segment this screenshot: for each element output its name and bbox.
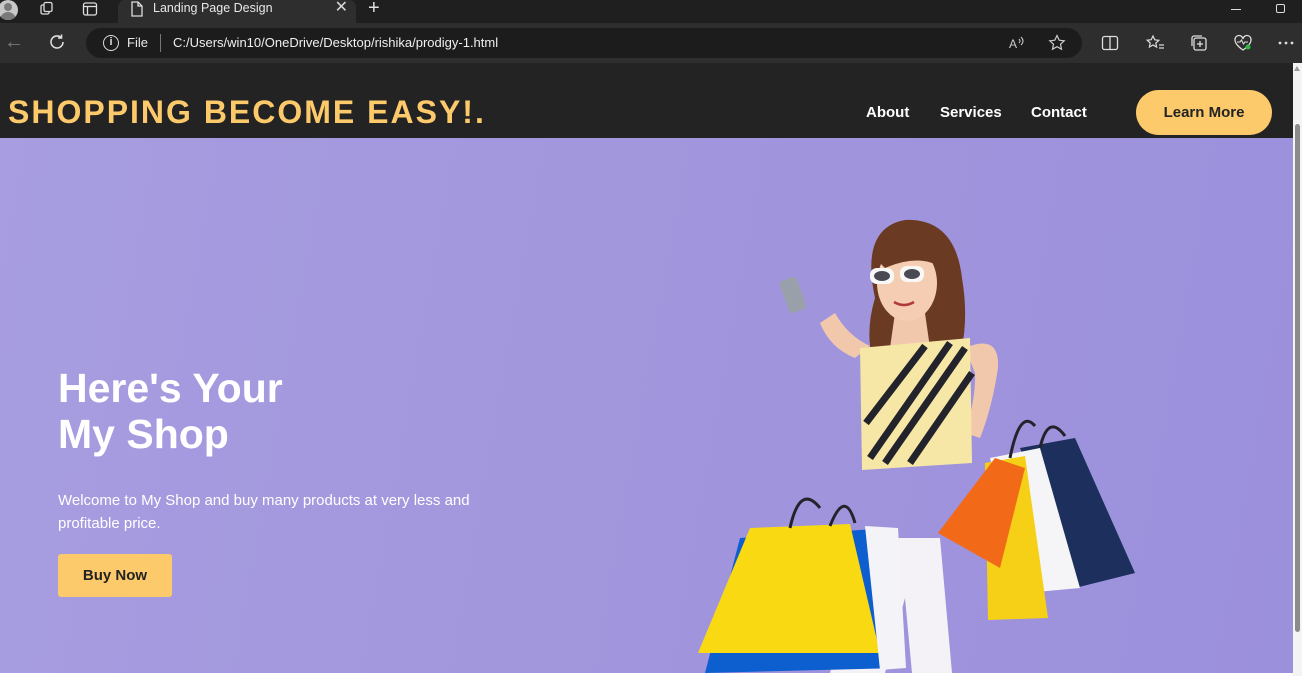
browser-toolbar: ← i File C:/Users/win10/OneDrive/Desktop… xyxy=(0,23,1302,63)
site-logo[interactable]: SHOPPING BECOME EASY!. xyxy=(8,94,486,131)
hero-title-line1: Here's Your xyxy=(58,365,283,411)
svg-text:A: A xyxy=(1009,37,1017,51)
tab-landing-page[interactable]: Landing Page Design ✕ xyxy=(118,0,356,23)
file-label: File xyxy=(127,35,148,50)
minimize-icon[interactable] xyxy=(1231,9,1241,10)
restore-icon[interactable] xyxy=(1276,4,1285,13)
new-tab-icon[interactable]: + xyxy=(368,0,380,18)
favorites-icon[interactable] xyxy=(1145,33,1165,53)
profile-icon[interactable] xyxy=(0,0,18,20)
site-info-icon[interactable]: i xyxy=(103,35,119,51)
shopping-woman-image xyxy=(698,219,1135,673)
tab-actions-icon[interactable] xyxy=(80,0,100,18)
nav-link-services[interactable]: Services xyxy=(940,104,1002,121)
hero-description: Welcome to My Shop and buy many products… xyxy=(58,492,470,532)
learn-more-button[interactable]: Learn More xyxy=(1136,90,1272,135)
tab-title: Landing Page Design xyxy=(153,1,273,15)
hero-title: Here's Your My Shop xyxy=(58,365,283,457)
url-divider xyxy=(160,34,161,52)
site-navbar: SHOPPING BECOME EASY!. About Services Co… xyxy=(0,63,1293,138)
scrollbar-thumb[interactable] xyxy=(1295,124,1300,632)
nav-link-contact[interactable]: Contact xyxy=(1031,104,1087,121)
refresh-icon[interactable] xyxy=(47,32,67,57)
more-menu-icon[interactable] xyxy=(1276,33,1296,53)
collections-icon[interactable] xyxy=(1189,33,1209,53)
workspaces-icon[interactable] xyxy=(37,0,57,18)
scroll-up-arrow-icon[interactable] xyxy=(1294,66,1300,71)
browser-essentials-icon[interactable] xyxy=(1233,33,1253,53)
favorite-star-icon[interactable] xyxy=(1048,34,1066,52)
hero-section: Here's Your My Shop Welcome to My Shop a… xyxy=(0,138,1293,673)
read-aloud-icon[interactable]: A xyxy=(1008,34,1026,52)
nav-link-about[interactable]: About xyxy=(866,104,909,121)
hero-title-line2: My Shop xyxy=(58,411,229,457)
web-page: SHOPPING BECOME EASY!. About Services Co… xyxy=(0,63,1293,676)
page-icon xyxy=(127,0,147,18)
back-icon[interactable]: ← xyxy=(4,31,24,54)
close-tab-icon[interactable]: ✕ xyxy=(335,0,348,16)
url-text[interactable]: C:/Users/win10/OneDrive/Desktop/rishika/… xyxy=(173,35,498,50)
split-screen-icon[interactable] xyxy=(1100,33,1120,53)
browser-tab-bar: Landing Page Design ✕ + xyxy=(0,0,1302,23)
address-bar[interactable]: i File C:/Users/win10/OneDrive/Desktop/r… xyxy=(86,28,1082,58)
buy-now-button[interactable]: Buy Now xyxy=(58,554,172,597)
